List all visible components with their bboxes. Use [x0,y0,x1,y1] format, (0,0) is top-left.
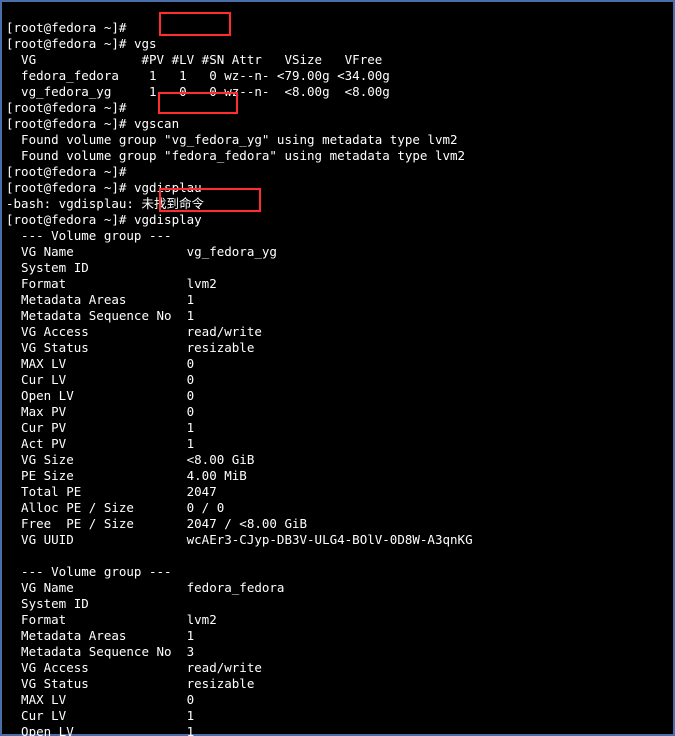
cmd-typo: vgdisplau [134,180,202,195]
vg-field: Format lvm2 [6,612,217,627]
cmd-vgs: vgs [134,36,157,51]
prompt-line: [root@fedora ~]# [6,100,126,115]
vg-field: Open LV 1 [6,724,194,736]
prompt-line: [root@fedora ~]# [6,20,126,35]
vg-field: Metadata Sequence No 1 [6,308,194,323]
prompt-line: [root@fedora ~]# [6,116,134,131]
vg-field: VG Name vg_fedora_yg [6,244,277,259]
vg-header: --- Volume group --- [6,564,172,579]
vg-field: VG Status resizable [6,676,254,691]
vg-field: Cur LV 0 [6,372,194,387]
vg-field: Metadata Sequence No 3 [6,644,194,659]
vg-field: Metadata Areas 1 [6,628,194,643]
vg-field: MAX LV 0 [6,356,194,371]
vg-field: VG Name fedora_fedora [6,580,284,595]
vg-field: Free PE / Size 2047 / <8.00 GiB [6,516,307,531]
vg-field: Format lvm2 [6,276,217,291]
vg-field: MAX LV 0 [6,692,194,707]
vg-field: Metadata Areas 1 [6,292,194,307]
prompt-line: [root@fedora ~]# [6,180,134,195]
vg-field: Alloc PE / Size 0 / 0 [6,500,224,515]
prompt-line: [root@fedora ~]# [6,212,134,227]
vgs-row: vg_fedora_yg 1 0 0 wz--n- <8.00g <8.00g [6,84,390,99]
vgscan-output: Found volume group "vg_fedora_yg" using … [6,132,458,147]
vg-field: Open LV 0 [6,388,194,403]
vg-field: Total PE 2047 [6,484,217,499]
vg-header: --- Volume group --- [6,228,172,243]
vg-field: VG Status resizable [6,340,254,355]
vg-field: Max PV 0 [6,404,194,419]
vg-field: VG Access read/write [6,324,262,339]
vgs-row: fedora_fedora 1 1 0 wz--n- <79.00g <34.0… [6,68,390,83]
blank-line [6,548,14,563]
vg-field: System ID [6,596,89,611]
prompt-line: [root@fedora ~]# [6,36,134,51]
prompt-line: [root@fedora ~]# [6,164,126,179]
vg-field: Act PV 1 [6,436,194,451]
vgscan-output: Found volume group "fedora_fedora" using… [6,148,465,163]
vg-field: Cur LV 1 [6,708,194,723]
vg-field: VG Size <8.00 GiB [6,452,254,467]
highlight-vgs [159,12,231,36]
cmd-vgscan: vgscan [134,116,179,131]
vg-field: PE Size 4.00 MiB [6,468,247,483]
error-output: -bash: vgdisplau: 未找到命令 [6,196,204,211]
vg-field: System ID [6,260,89,275]
vg-field: VG Access read/write [6,660,262,675]
vg-field: VG UUID wcAEr3-CJyp-DB3V-ULG4-BOlV-0D8W-… [6,532,473,547]
terminal-window[interactable]: [root@fedora ~]# [root@fedora ~]# vgs VG… [0,0,675,736]
cmd-vgdisplay: vgdisplay [134,212,202,227]
vg-field: Cur PV 1 [6,420,194,435]
vgs-header: VG #PV #LV #SN Attr VSize VFree [6,52,382,67]
